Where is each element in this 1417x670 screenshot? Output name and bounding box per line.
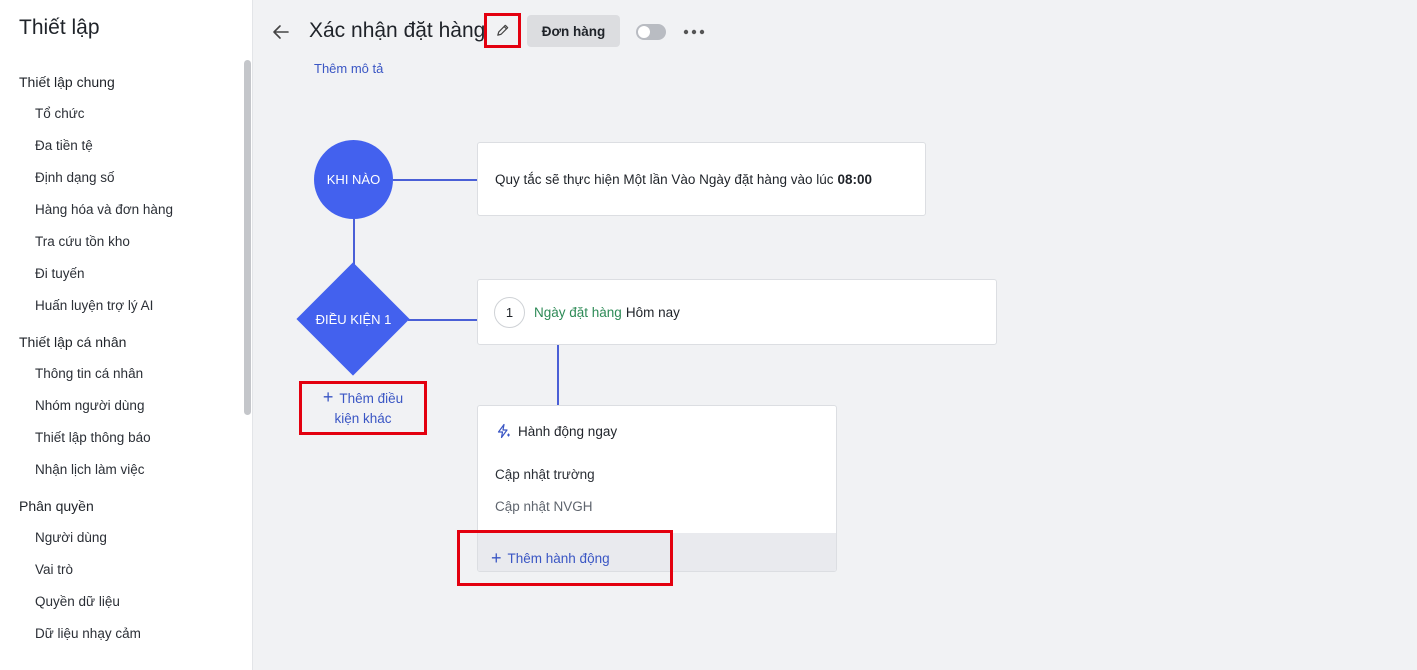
sidebar-item-data-permissions[interactable]: Quyền dữ liệu bbox=[0, 586, 240, 618]
condition-field: Ngày đặt hàng bbox=[534, 304, 622, 320]
add-condition-line2: kiện khác bbox=[334, 411, 392, 426]
add-condition-line1-wrap: + Thêm điều bbox=[323, 387, 403, 409]
sidebar-title: Thiết lập bbox=[19, 16, 100, 39]
arrow-left-icon[interactable] bbox=[271, 22, 291, 42]
sidebar-item-ai-training[interactable]: Huấn luyện trợ lý AI bbox=[0, 290, 240, 322]
sidebar-item-user-groups[interactable]: Nhóm người dùng bbox=[0, 390, 240, 422]
condition-node[interactable]: ĐIỀU KIỆN 1 bbox=[296, 262, 410, 376]
condition-label: ĐIỀU KIỆN 1 bbox=[315, 312, 392, 327]
when-node[interactable]: KHI NÀO bbox=[314, 140, 393, 219]
active-toggle[interactable] bbox=[636, 24, 666, 40]
add-condition-button[interactable]: + Thêm điều kiện khác bbox=[299, 381, 427, 435]
add-condition-line1: Thêm điều bbox=[339, 391, 404, 406]
condition-value: Hôm nay bbox=[625, 304, 680, 320]
rule-card[interactable]: Quy tắc sẽ thực hiện Một lần Vào Ngày đặ… bbox=[477, 142, 926, 216]
sidebar-item-number-format[interactable]: Định dạng số bbox=[0, 162, 240, 194]
sidebar-item-notifications[interactable]: Thiết lập thông báo bbox=[0, 422, 240, 454]
rule-text: Quy tắc sẽ thực hiện Một lần Vào Ngày đặ… bbox=[495, 171, 834, 187]
sidebar-item-work-schedule[interactable]: Nhận lịch làm việc bbox=[0, 454, 240, 486]
sidebar-item-products-orders[interactable]: Hàng hóa và đơn hàng bbox=[0, 194, 240, 226]
sidebar-nav: Thiết lập chung Tổ chức Đa tiền tệ Định … bbox=[0, 66, 240, 650]
condition-card[interactable]: 1 Ngày đặt hàng Hôm nay bbox=[477, 279, 997, 345]
action-update-shipper[interactable]: Cập nhật NVGH bbox=[495, 499, 593, 514]
toggle-knob bbox=[638, 26, 650, 38]
more-horizontal-icon[interactable] bbox=[682, 22, 706, 42]
lightning-icon bbox=[497, 423, 510, 439]
connector-condition-card bbox=[408, 319, 477, 321]
condition-number: 1 bbox=[494, 296, 525, 328]
plus-icon: + bbox=[491, 547, 502, 568]
sidebar-item-users[interactable]: Người dùng bbox=[0, 522, 240, 554]
add-description-link[interactable]: Thêm mô tả bbox=[314, 61, 383, 76]
sidebar-item-sensitive-data[interactable]: Dữ liệu nhạy cảm bbox=[0, 618, 240, 650]
nav-group-personal: Thiết lập cá nhân bbox=[19, 334, 127, 350]
connector-condition-action bbox=[557, 345, 559, 405]
sidebar-scrollbar[interactable] bbox=[244, 60, 251, 415]
rule-time: 08:00 bbox=[837, 171, 873, 187]
add-action-button[interactable]: + Thêm hành động bbox=[457, 530, 673, 586]
action-header: Hành động ngay bbox=[495, 423, 617, 439]
action-update-field[interactable]: Cập nhật trường bbox=[495, 467, 595, 482]
action-header-label: Hành động ngay bbox=[518, 423, 618, 439]
sidebar-item-organization[interactable]: Tổ chức bbox=[0, 98, 240, 130]
sidebar-item-inventory-lookup[interactable]: Tra cứu tồn kho bbox=[0, 226, 240, 258]
page-title: Xác nhận đặt hàng bbox=[309, 19, 486, 42]
module-tag-button[interactable]: Đơn hàng bbox=[527, 15, 620, 47]
sidebar-item-personal-info[interactable]: Thông tin cá nhân bbox=[0, 358, 240, 390]
nav-group-permissions: Phân quyền bbox=[19, 498, 94, 514]
nav-group-general: Thiết lập chung bbox=[19, 74, 115, 90]
connector-when-rule bbox=[393, 179, 477, 181]
edit-title-button[interactable] bbox=[484, 13, 521, 48]
sidebar-item-multi-currency[interactable]: Đa tiền tệ bbox=[0, 130, 240, 162]
add-action-label: Thêm hành động bbox=[507, 550, 610, 566]
sidebar: Thiết lập Thiết lập chung Tổ chức Đa tiề… bbox=[0, 0, 253, 670]
connector-when-condition bbox=[353, 219, 355, 265]
sidebar-item-roles[interactable]: Vai trò bbox=[0, 554, 240, 586]
sidebar-item-routing[interactable]: Đi tuyến bbox=[0, 258, 240, 290]
pencil-icon bbox=[497, 24, 509, 36]
plus-icon: + bbox=[322, 387, 334, 407]
